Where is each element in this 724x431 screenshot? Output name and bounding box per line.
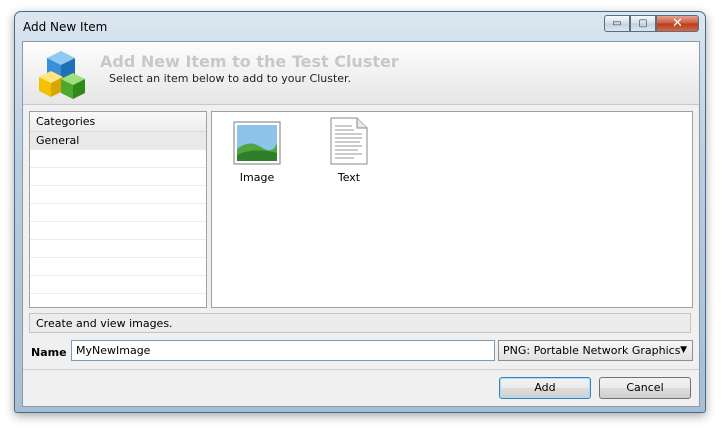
item-description: Create and view images. <box>29 313 691 333</box>
text-file-icon <box>330 117 368 165</box>
item-text-label: Text <box>337 171 361 184</box>
cancel-button[interactable]: Cancel <box>599 377 691 399</box>
format-selected-value: PNG: Portable Network Graphics <box>503 344 681 357</box>
maximize-button[interactable]: ▢ <box>630 15 656 32</box>
category-general[interactable]: General <box>30 132 206 150</box>
category-empty-row <box>30 222 206 240</box>
category-empty-row <box>30 240 206 258</box>
header-banner: Add New Item to the Test Cluster Select … <box>23 42 699 105</box>
category-empty-row <box>30 258 206 276</box>
minimize-button[interactable]: ▭ <box>604 15 630 32</box>
minimize-icon: ▭ <box>612 18 622 29</box>
category-empty-row <box>30 276 206 294</box>
banner-subtitle: Select an item below to add to your Clus… <box>109 72 352 85</box>
cubes-icon <box>39 51 85 99</box>
item-text[interactable]: Text <box>314 117 384 184</box>
close-icon: ✕ <box>672 16 683 31</box>
category-empty-row <box>30 186 206 204</box>
category-empty-row <box>30 150 206 168</box>
items-panel: Image Text <box>211 111 693 308</box>
chevron-down-icon: ▼ <box>680 345 687 355</box>
maximize-icon: ▢ <box>638 18 648 29</box>
item-image[interactable]: Image <box>222 117 292 184</box>
item-image-label: Image <box>239 171 275 184</box>
name-input[interactable] <box>71 340 495 361</box>
banner-title: Add New Item to the Test Cluster <box>100 52 399 71</box>
category-empty-row <box>30 168 206 186</box>
separator <box>23 369 699 370</box>
add-new-item-dialog: Add New Item ▭ ▢ ✕ Add New Item to the T… <box>14 11 706 413</box>
category-empty-row <box>30 204 206 222</box>
name-label: Name <box>31 346 67 359</box>
add-button[interactable]: Add <box>499 377 591 399</box>
caption-buttons: ▭ ▢ ✕ <box>604 15 699 34</box>
categories-header: Categories <box>30 112 206 132</box>
categories-panel: Categories General <box>29 111 207 308</box>
dialog-client-area: Add New Item to the Test Cluster Select … <box>22 41 700 407</box>
close-button[interactable]: ✕ <box>656 15 699 32</box>
image-file-icon <box>233 121 281 165</box>
window-title: Add New Item <box>23 20 108 34</box>
format-dropdown[interactable]: PNG: Portable Network Graphics ▼ <box>498 340 693 361</box>
